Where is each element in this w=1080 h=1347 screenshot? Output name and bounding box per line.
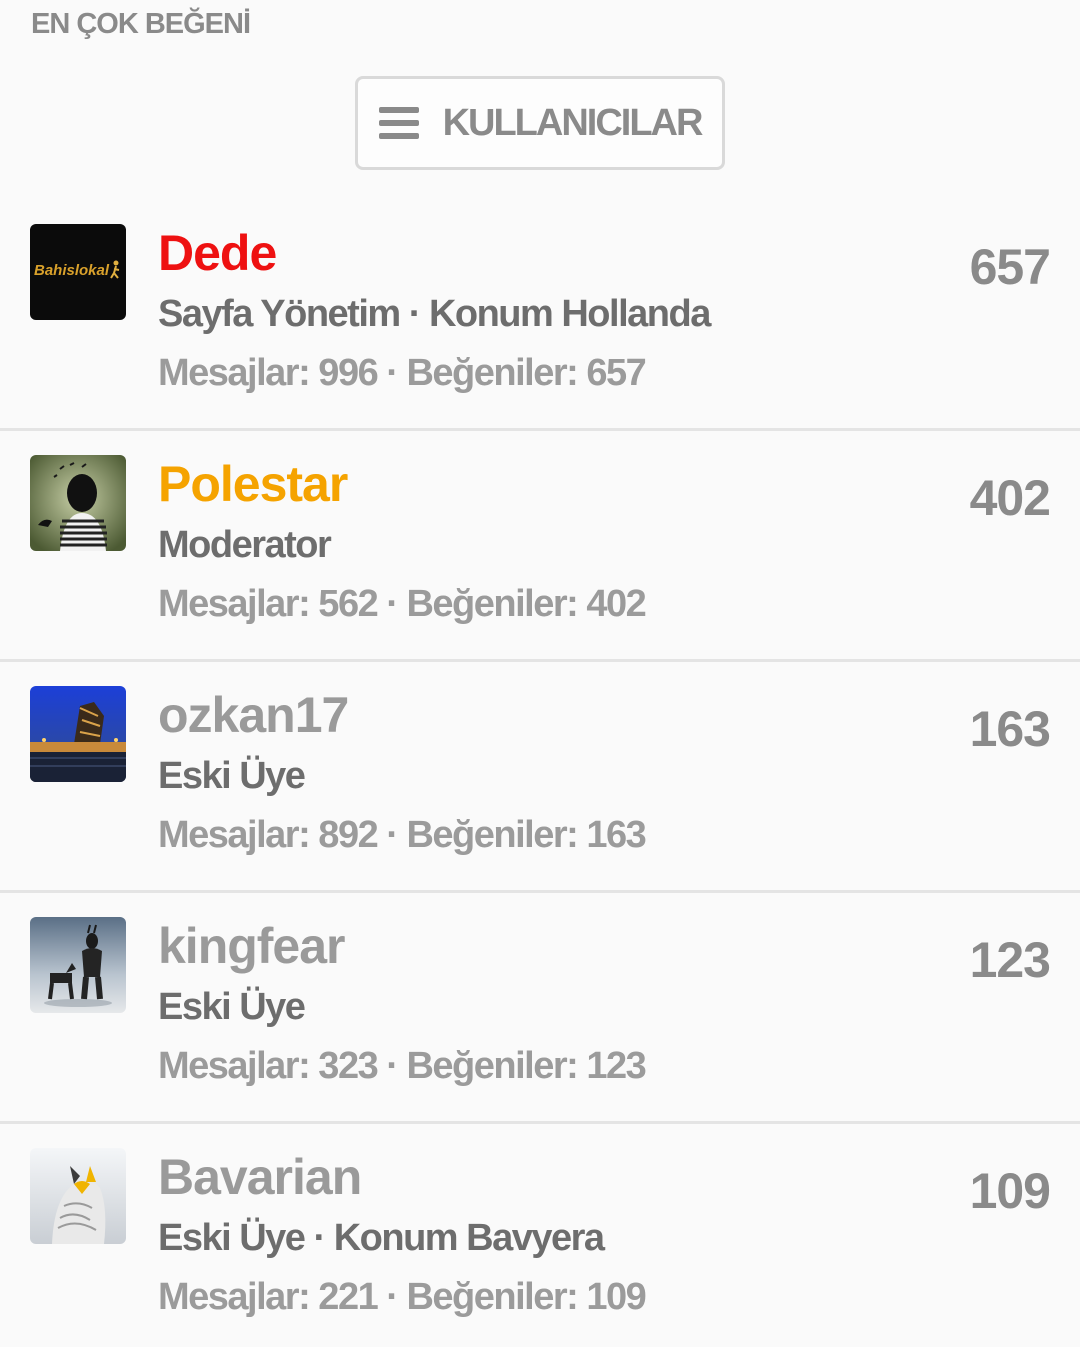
member-role: Eski Üye xyxy=(158,986,306,1028)
like-count: 123 xyxy=(969,932,1051,988)
like-count: 109 xyxy=(969,1163,1051,1219)
username-link[interactable]: kingfear xyxy=(158,915,645,977)
member-role: Eski Üye xyxy=(158,755,306,797)
username-link[interactable]: ozkan17 xyxy=(158,684,645,746)
username-link[interactable]: Dede xyxy=(158,222,710,284)
member-info: Dede Sayfa Yönetim · Konum Hollanda Mesa… xyxy=(158,222,711,402)
avatar-logo-text: Bahislokal xyxy=(34,262,110,279)
member-info: kingfear Eski Üye Mesajlar: 323 · Beğeni… xyxy=(158,915,647,1095)
avatar[interactable] xyxy=(30,455,126,551)
member-stats: Mesajlar: 323 · Beğeniler: 123 xyxy=(158,1045,647,1087)
member-role: Eski Üye · Konum Bavyera xyxy=(158,1217,605,1259)
list-item: Polestar Moderator Mesajlar: 562 · Beğen… xyxy=(0,431,1080,662)
like-count: 402 xyxy=(969,470,1051,526)
like-count: 657 xyxy=(969,239,1051,295)
member-list: Bahislokal Dede Sayfa Yönetim · Konum Ho… xyxy=(0,200,1080,1347)
menu-icon xyxy=(378,107,419,139)
member-info: ozkan17 Eski Üye Mesajlar: 892 · Beğenil… xyxy=(158,684,647,864)
member-stats: Mesajlar: 562 · Beğeniler: 402 xyxy=(158,583,647,625)
section-title: EN ÇOK BEĞENİ xyxy=(31,8,251,40)
avatar[interactable] xyxy=(30,686,126,782)
member-role: Moderator xyxy=(158,524,332,566)
list-item: kingfear Eski Üye Mesajlar: 323 · Beğeni… xyxy=(0,893,1080,1124)
member-stats: Mesajlar: 892 · Beğeniler: 163 xyxy=(158,814,647,856)
list-item: Bavarian Eski Üye · Konum Bavyera Mesajl… xyxy=(0,1124,1080,1347)
member-info: Polestar Moderator Mesajlar: 562 · Beğen… xyxy=(158,453,647,633)
avatar[interactable]: Bahislokal xyxy=(30,224,126,320)
avatar[interactable] xyxy=(30,1148,126,1244)
like-count: 163 xyxy=(969,701,1051,757)
avatar[interactable] xyxy=(30,917,126,1013)
member-info: Bavarian Eski Üye · Konum Bavyera Mesajl… xyxy=(158,1146,647,1326)
users-button[interactable]: KULLANICILAR xyxy=(355,76,725,170)
member-stats: Mesajlar: 221 · Beğeniler: 109 xyxy=(158,1276,647,1318)
username-link[interactable]: Polestar xyxy=(158,453,645,515)
list-item: Bahislokal Dede Sayfa Yönetim · Konum Ho… xyxy=(0,200,1080,431)
username-link[interactable]: Bavarian xyxy=(158,1146,645,1208)
member-stats: Mesajlar: 996 · Beğeniler: 657 xyxy=(158,352,647,394)
page: EN ÇOK BEĞENİ KULLANICILAR Bahislokal De… xyxy=(0,0,1080,1347)
member-role: Sayfa Yönetim · Konum Hollanda xyxy=(158,293,711,335)
list-item: ozkan17 Eski Üye Mesajlar: 892 · Beğenil… xyxy=(0,662,1080,893)
users-button-label: KULLANICILAR xyxy=(442,101,704,144)
